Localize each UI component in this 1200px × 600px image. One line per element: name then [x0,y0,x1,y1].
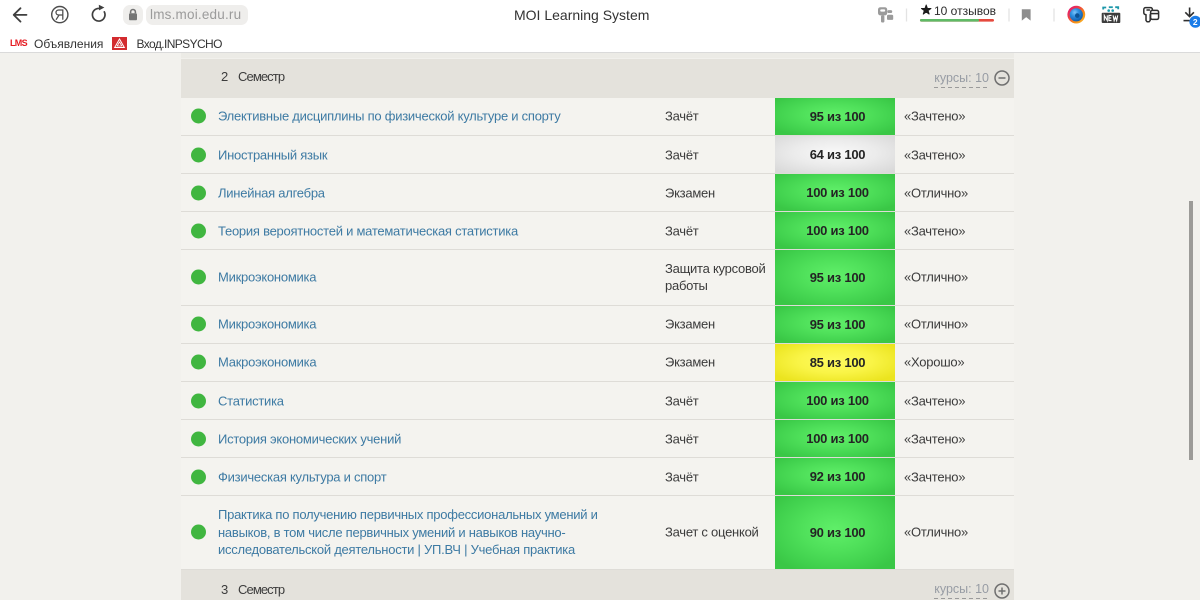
svg-text:2: 2 [1193,17,1198,27]
